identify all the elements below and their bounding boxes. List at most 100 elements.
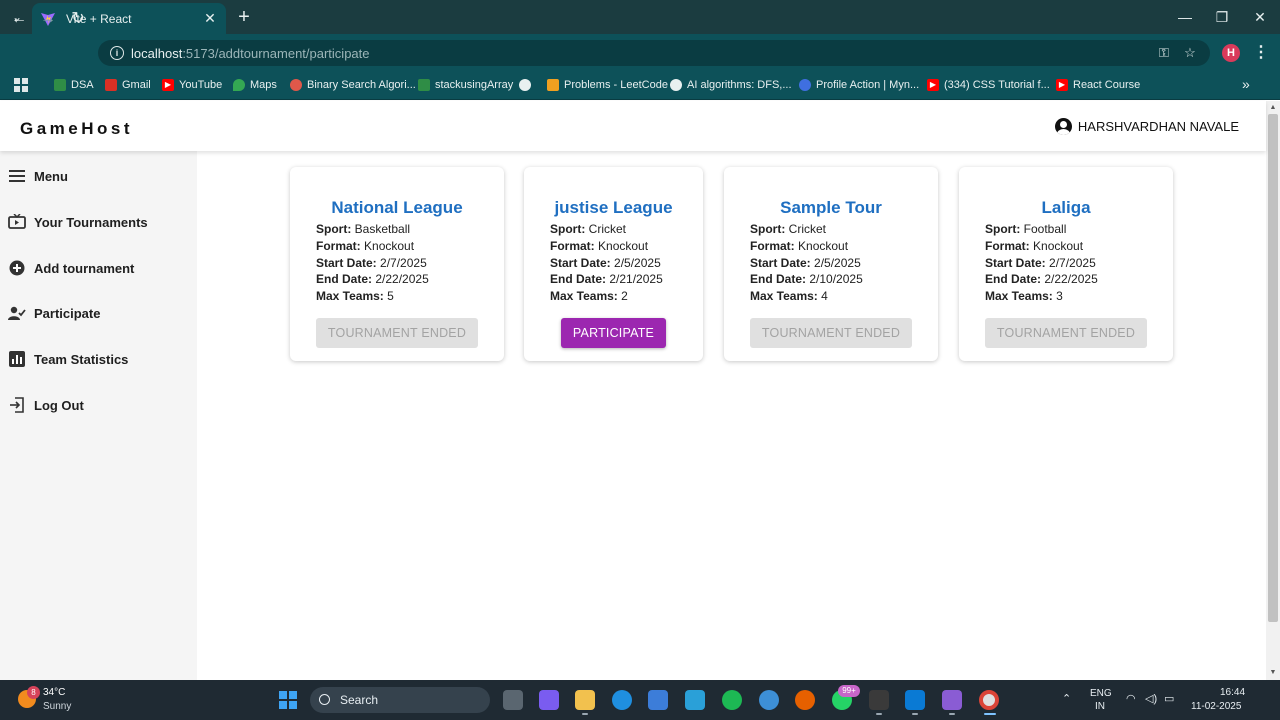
new-tab-button[interactable]: +	[234, 6, 254, 28]
task-view-icon[interactable]	[503, 690, 523, 710]
bookmark-binary-search[interactable]: Binary Search Algori...	[290, 77, 416, 93]
tournament-ended-button[interactable]: TOURNAMENT ENDED	[316, 318, 478, 348]
address-url[interactable]: localhost:5173/addtournament/participate	[131, 46, 370, 61]
clock-date[interactable]: 11-02-2025	[1191, 701, 1241, 712]
taskbar-search-label: Search	[340, 693, 379, 707]
tournament-name: National League	[331, 198, 463, 217]
scrollbar-thumb[interactable]	[1268, 114, 1278, 622]
file-explorer-icon[interactable]	[575, 690, 595, 710]
youtube-icon: ▶	[927, 79, 939, 91]
more-bookmarks-icon[interactable]: »	[1242, 76, 1250, 92]
sidebar-item-log-out[interactable]: Log Out	[8, 394, 84, 416]
maximize-button[interactable]: ❐	[1207, 6, 1237, 28]
minimize-button[interactable]: —	[1170, 6, 1200, 28]
site-info-icon[interactable]: i	[110, 46, 124, 60]
mysql-icon[interactable]	[685, 690, 705, 710]
scroll-up-icon[interactable]: ▲	[1268, 103, 1278, 113]
bookmark-myntra[interactable]: Profile Action | Myn...	[799, 77, 919, 93]
format-row: Format: Knockout	[550, 239, 648, 253]
sidebar-item-participate[interactable]: Participate	[8, 302, 100, 324]
microsoft-store-icon[interactable]	[648, 690, 668, 710]
bookmark-maps[interactable]: Maps	[233, 77, 277, 93]
vscode-icon[interactable]	[905, 690, 925, 710]
bookmark-star-icon[interactable]: ☆	[1181, 44, 1199, 62]
running-indicator	[582, 713, 588, 715]
region-indicator[interactable]: IN	[1095, 701, 1105, 712]
wifi-icon[interactable]: ◠	[1126, 692, 1136, 705]
show-hidden-icons-icon[interactable]: ⌃	[1062, 692, 1071, 705]
field-value: 2/22/2025	[1044, 272, 1098, 286]
password-key-icon[interactable]: ⚿	[1155, 44, 1173, 62]
browser-tab-active[interactable]: Vite + React ✕	[32, 3, 226, 34]
chrome-icon[interactable]	[979, 690, 999, 710]
running-indicator	[949, 713, 955, 715]
maps-icon	[233, 79, 245, 91]
copilot-icon[interactable]	[539, 690, 559, 710]
field-label: Start Date:	[985, 256, 1046, 270]
windows-start-icon[interactable]	[279, 691, 297, 709]
field-value: Knockout	[1033, 239, 1084, 253]
bookmark-css-tutorial[interactable]: ▶ (334) CSS Tutorial f...	[927, 77, 1050, 93]
field-label: Sport:	[550, 222, 586, 236]
weather-condition[interactable]: Sunny	[43, 701, 71, 712]
gfg-icon	[418, 79, 430, 91]
reload-button[interactable]: ↻	[67, 8, 89, 30]
participate-button[interactable]: PARTICIPATE	[561, 318, 666, 348]
bookmark-ai-algorithms[interactable]: AI algorithms: DFS,...	[670, 77, 792, 93]
tournament-card: Laliga Sport: Football Format: Knockout …	[959, 167, 1173, 361]
tournament-card: National League Sport: Basketball Format…	[290, 167, 504, 361]
clock-time[interactable]: 16:44	[1220, 687, 1245, 698]
taskbar-search-box[interactable]	[310, 687, 490, 713]
field-value: 2/7/2025	[1049, 256, 1096, 270]
tournament-ended-button[interactable]: TOURNAMENT ENDED	[750, 318, 912, 348]
terminal-icon[interactable]	[869, 690, 889, 710]
field-value: Football	[1023, 222, 1067, 236]
field-value: Cricket	[788, 222, 827, 236]
sidebar-item-your-tournaments[interactable]: Your Tournaments	[8, 211, 148, 233]
bookmark-youtube[interactable]: ▶ YouTube	[162, 77, 222, 93]
bookmark-label: Gmail	[122, 79, 151, 91]
volume-icon[interactable]: ◁)	[1145, 692, 1157, 705]
weather-temperature[interactable]: 34°C	[43, 687, 65, 698]
apps-grid-icon[interactable]	[14, 78, 28, 92]
brand-logo[interactable]: GameHost	[20, 119, 133, 139]
edge-icon[interactable]	[612, 690, 632, 710]
tournament-ended-button[interactable]: TOURNAMENT ENDED	[985, 318, 1147, 348]
menu-icon	[8, 167, 26, 185]
close-window-button[interactable]: ✕	[1245, 6, 1275, 28]
back-button[interactable]: ←	[8, 8, 30, 30]
python-icon[interactable]	[759, 690, 779, 710]
bookmark-gmail[interactable]: Gmail	[105, 77, 151, 93]
battery-icon[interactable]: ▭	[1164, 692, 1174, 705]
bookmark-dsa[interactable]: DSA	[54, 77, 94, 93]
running-indicator	[912, 713, 918, 715]
sidebar-item-team-statistics[interactable]: Team Statistics	[8, 348, 128, 370]
sidebar-item-menu[interactable]: Menu	[8, 165, 68, 187]
bookmark-stackusingarray[interactable]: stackusingArray	[418, 77, 513, 93]
forward-button[interactable]: →	[37, 8, 59, 30]
browser-menu-icon[interactable]: ⋮	[1252, 44, 1270, 62]
field-value: 2/21/2025	[609, 272, 663, 286]
tournament-name: justise League	[554, 198, 673, 217]
firefox-icon[interactable]	[795, 690, 815, 710]
max-teams-row: Max Teams: 4	[750, 289, 828, 303]
sidebar-item-add-tournament[interactable]: Add tournament	[8, 257, 134, 279]
bookmark-react-course[interactable]: ▶ React Course	[1056, 77, 1140, 93]
visual-studio-icon[interactable]	[942, 690, 962, 710]
scroll-down-icon[interactable]: ▼	[1268, 668, 1278, 678]
user-profile[interactable]: HARSHVARDHAN NAVALE	[1054, 118, 1239, 135]
language-indicator[interactable]: ENG	[1090, 688, 1112, 699]
close-tab-icon[interactable]: ✕	[202, 10, 218, 27]
sport-row: Sport: Cricket	[750, 222, 826, 236]
field-value: Knockout	[798, 239, 849, 253]
format-row: Format: Knockout	[316, 239, 414, 253]
bookmark-globe[interactable]	[519, 77, 536, 93]
end-date-row: End Date: 2/21/2025	[550, 272, 663, 286]
running-indicator	[876, 713, 882, 715]
profile-avatar[interactable]: H	[1222, 44, 1240, 62]
spotify-icon[interactable]	[722, 690, 742, 710]
bookmark-leetcode[interactable]: Problems - LeetCode	[547, 77, 668, 93]
tournament-card: justise League Sport: Cricket Format: Kn…	[524, 167, 703, 361]
field-value: 5	[387, 289, 394, 303]
whatsapp-badge: 99+	[838, 685, 860, 697]
